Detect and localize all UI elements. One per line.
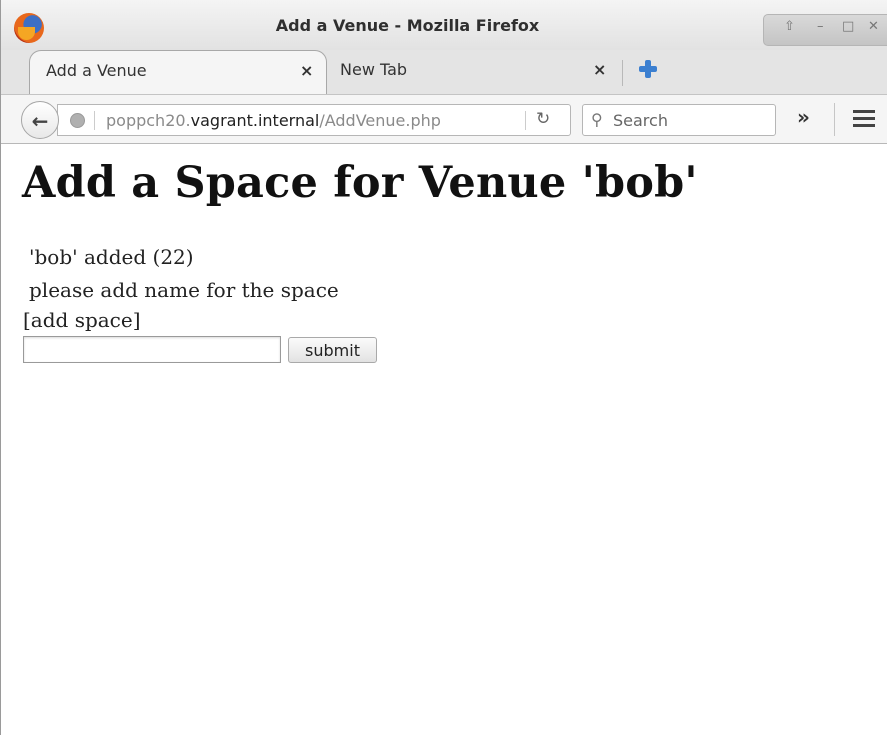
url-bar[interactable]: poppch20.vagrant.internal/AddVenue.php ↻ xyxy=(57,104,571,136)
window-controls: ⇧ – □ ✕ xyxy=(763,14,887,46)
tab-label: New Tab xyxy=(340,60,408,79)
url-path: /AddVenue.php xyxy=(319,111,441,130)
search-icon: ⚲ xyxy=(591,110,603,129)
reload-icon[interactable]: ↻ xyxy=(536,109,550,129)
hamburger-menu-icon[interactable] xyxy=(853,110,875,128)
url-text[interactable]: poppch20.vagrant.internal/AddVenue.php xyxy=(106,111,441,130)
toolbar-separator xyxy=(834,103,835,136)
url-host-prefix: poppch20. xyxy=(106,111,191,130)
close-tab-icon[interactable]: × xyxy=(593,60,606,79)
search-input[interactable] xyxy=(613,109,768,131)
space-name-input[interactable] xyxy=(23,336,281,363)
maximize-icon[interactable]: □ xyxy=(842,19,854,34)
tab-label: Add a Venue xyxy=(46,61,147,80)
minimize-icon[interactable]: – xyxy=(817,19,824,34)
submit-button[interactable]: submit xyxy=(288,337,377,363)
overflow-chevron-icon[interactable]: » xyxy=(797,105,810,129)
prompt-message: please add name for the space xyxy=(29,278,339,302)
tab-add-a-venue[interactable]: Add a Venue × xyxy=(29,50,327,94)
window-title: Add a Venue - Mozilla Firefox xyxy=(275,16,540,35)
added-message: 'bob' added (22) xyxy=(29,245,194,269)
close-tab-icon[interactable]: × xyxy=(300,61,313,80)
up-arrow-icon[interactable]: ⇧ xyxy=(784,19,795,34)
reload-separator xyxy=(525,111,526,130)
tab-strip: Add a Venue × New Tab × xyxy=(1,50,887,94)
browser-window: Add a Venue - Mozilla Firefox ⇧ – □ ✕ Ad… xyxy=(0,0,887,735)
site-identity-globe-icon[interactable] xyxy=(70,113,85,128)
add-space-label: [add space] xyxy=(23,308,141,332)
page-title: Add a Space for Venue 'bob' xyxy=(22,158,698,208)
tab-separator xyxy=(622,60,623,86)
back-arrow-icon: ← xyxy=(31,109,49,133)
url-domain: vagrant.internal xyxy=(190,111,320,130)
tab-new-tab[interactable]: New Tab × xyxy=(329,50,619,94)
back-button[interactable]: ← xyxy=(21,101,59,139)
new-tab-plus-icon[interactable] xyxy=(638,59,658,79)
title-bar: Add a Venue - Mozilla Firefox ⇧ – □ ✕ xyxy=(1,0,887,50)
navigation-bar: poppch20.vagrant.internal/AddVenue.php ↻… xyxy=(1,94,887,144)
close-window-icon[interactable]: ✕ xyxy=(868,19,879,34)
url-separator xyxy=(94,111,95,130)
search-box[interactable]: ⚲ xyxy=(582,104,776,136)
page-content: Add a Space for Venue 'bob' 'bob' added … xyxy=(1,144,887,735)
